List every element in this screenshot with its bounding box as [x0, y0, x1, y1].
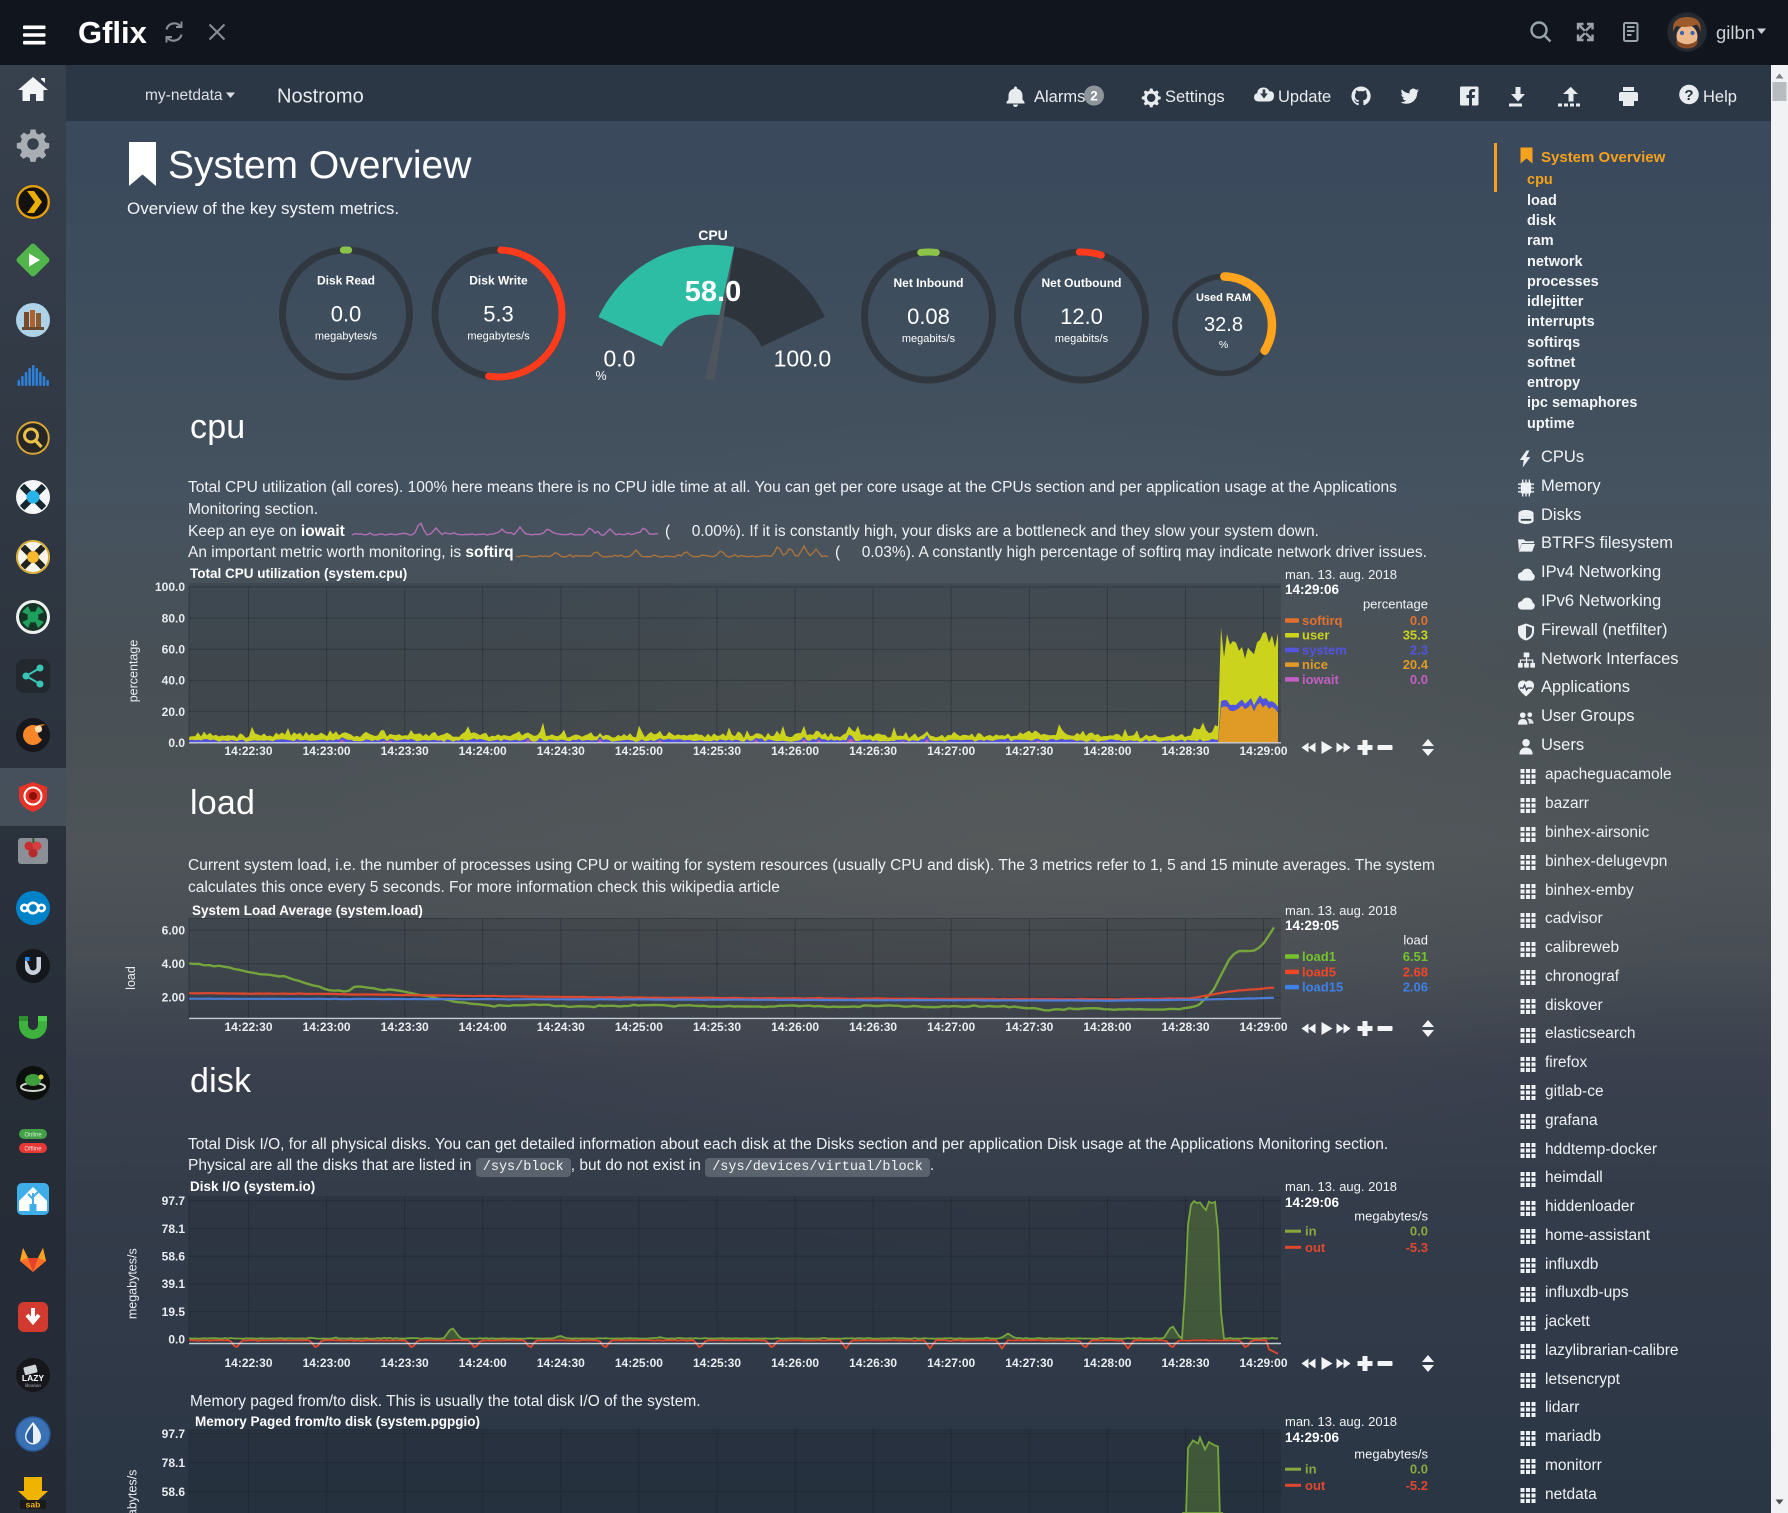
svg-text:-5.2: -5.2	[1406, 1478, 1428, 1493]
svg-text:Memory Paged from/to disk (sys: Memory Paged from/to disk (system.pgpgio…	[195, 1414, 480, 1429]
svg-text:gilbn: gilbn	[1716, 22, 1755, 43]
svg-text:Online: Online	[24, 1133, 42, 1139]
svg-text:sab: sab	[26, 1500, 41, 1510]
svg-text:Offline: Offline	[24, 1147, 42, 1153]
svg-text:librarian: librarian	[25, 1383, 42, 1388]
svg-text:megabytes/s: megabytes/s	[126, 1470, 140, 1513]
svg-text:man. 13. aug. 2018: man. 13. aug. 2018	[1285, 1414, 1397, 1429]
svg-text:58.6: 58.6	[162, 1485, 186, 1499]
svg-text:megabytes/s: megabytes/s	[1354, 1447, 1428, 1462]
svg-text:Help: Help	[1703, 88, 1737, 106]
svg-text:in: in	[1305, 1462, 1317, 1477]
svg-text:14:29:06: 14:29:06	[1285, 1430, 1340, 1445]
svg-text:78.1: 78.1	[162, 1456, 186, 1470]
svg-text:?: ?	[1684, 87, 1693, 104]
svg-text:0.0: 0.0	[1410, 1462, 1428, 1477]
svg-text:LAZY: LAZY	[22, 1373, 45, 1383]
svg-text:97.7: 97.7	[162, 1427, 186, 1441]
svg-text:out: out	[1305, 1478, 1326, 1493]
